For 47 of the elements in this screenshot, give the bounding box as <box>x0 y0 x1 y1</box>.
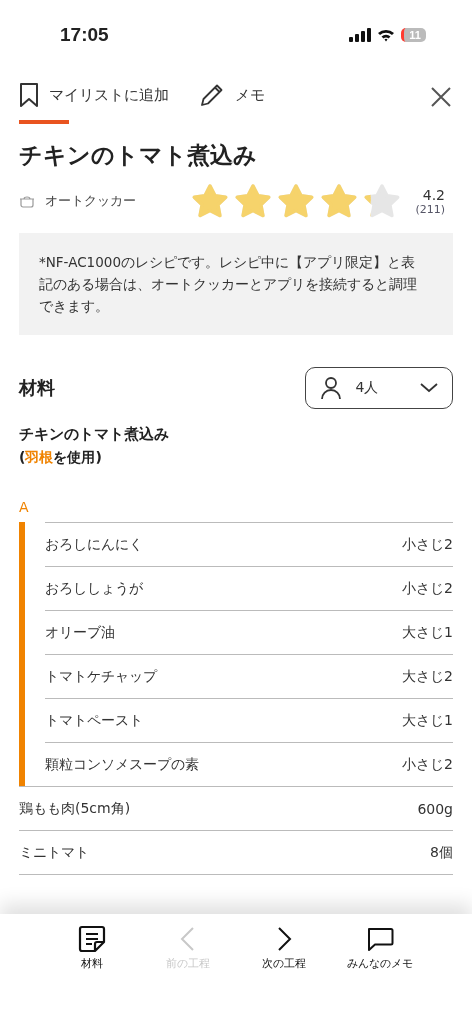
nav-button[interactable]: みんなのメモ <box>341 924 419 976</box>
ingredient-name: ミニトマト <box>19 843 89 862</box>
servings-dropdown[interactable]: 4人 <box>305 367 453 409</box>
ingredient-name: トマトケチャップ <box>45 667 157 686</box>
appliance-label: オートクッカー <box>45 192 137 210</box>
close-icon[interactable] <box>430 86 452 108</box>
nav-button[interactable]: 材料 <box>53 924 131 976</box>
ingredient-amount: 大さじ1 <box>402 711 453 730</box>
pencil-icon <box>199 82 225 108</box>
toolbar-tab[interactable]: メモ <box>199 78 265 124</box>
star-icon <box>191 183 229 219</box>
toolbar-tab[interactable]: マイリストに追加 <box>19 78 169 124</box>
ingredient-name: おろしにんにく <box>45 535 143 554</box>
note-icon <box>77 924 107 954</box>
status-time: 17:05 <box>60 24 109 46</box>
dish-name: チキンのトマト煮込み <box>19 425 170 444</box>
star-icon <box>320 183 358 219</box>
ingredient-amount: 小さじ2 <box>402 755 453 774</box>
ingredient-amount: 小さじ2 <box>402 535 453 554</box>
info-note: *NF-AC1000のレシピです。レシピ中に【アプリ限定】と表記のある場合は、オートクッカーとアプリを接続すると調理できます。 <box>19 233 453 335</box>
wifi-icon <box>377 28 396 42</box>
star-icon <box>363 183 401 219</box>
chevron-down-icon <box>420 383 438 393</box>
ingredient-amount: 小さじ2 <box>402 579 453 598</box>
rating-value: 4.2 <box>422 186 445 203</box>
group-label: A <box>19 499 30 515</box>
ingredient-name: 鶏もも肉(5cm角) <box>19 799 131 818</box>
section-heading: 材料 <box>19 376 55 400</box>
review-count: (211) <box>415 202 445 216</box>
ingredient-amount: 8個 <box>430 843 453 862</box>
nav-button[interactable]: 次の工程 <box>245 924 323 976</box>
usage-note: (羽根を使用) <box>19 449 103 467</box>
recipe-title: チキンのトマト煮込み <box>19 141 258 170</box>
star-icon <box>277 183 315 219</box>
signal-icon <box>349 28 372 42</box>
pot-icon <box>19 194 35 208</box>
ingredient-name: オリーブ油 <box>45 623 115 642</box>
battery-indicator: 11 <box>401 28 426 42</box>
ingredient-name: トマトペースト <box>45 711 143 730</box>
ingredient-name: 顆粒コンソメスープの素 <box>45 755 199 774</box>
ingredient-amount: 大さじ2 <box>402 667 453 686</box>
ingredient-name: おろししょうが <box>45 579 143 598</box>
ingredient-amount: 大さじ1 <box>402 623 453 642</box>
star-icon <box>234 183 272 219</box>
ingredient-amount: 600g <box>417 800 453 817</box>
person-icon <box>320 376 342 400</box>
bookmark-icon <box>19 82 39 108</box>
